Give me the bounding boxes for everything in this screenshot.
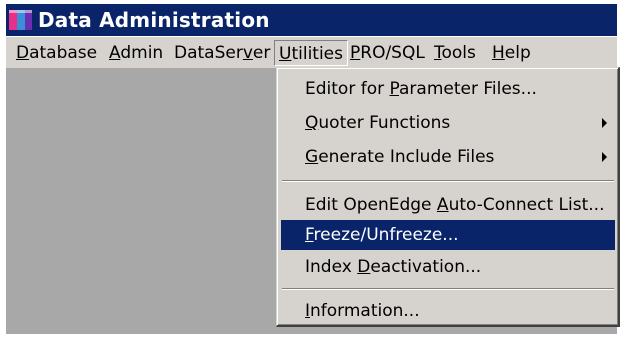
submenu-arrow-icon <box>602 152 607 162</box>
menu-separator <box>282 180 614 182</box>
progress-app-icon <box>8 7 34 33</box>
menu-utilities[interactable]: Utilities <box>274 40 348 66</box>
menu-pro-sql[interactable]: PRO/SQL <box>350 42 425 64</box>
menu-dataserver[interactable]: DataServer <box>174 42 270 64</box>
menu-database[interactable]: Database <box>16 42 97 64</box>
menu-item-quoter-functions[interactable]: Quoter Functions <box>281 108 615 138</box>
menu-separator <box>282 288 614 290</box>
window-title: Data Administration <box>38 8 270 32</box>
data-administration-window: Data Administration Database Admin DataS… <box>6 4 620 334</box>
menu-help[interactable]: Help <box>492 42 531 64</box>
submenu-arrow-icon <box>602 118 607 128</box>
menu-item-editor-parameter-files[interactable]: Editor for Parameter Files... <box>281 74 615 104</box>
menu-item-freeze-unfreeze[interactable]: Freeze/Unfreeze... <box>281 220 615 250</box>
menu-item-edit-auto-connect-list[interactable]: Edit OpenEdge Auto-Connect List... <box>281 190 615 220</box>
menu-tools[interactable]: Tools <box>434 42 476 64</box>
menu-bar: Database Admin DataServer Utilities PRO/… <box>6 36 617 68</box>
menu-item-information[interactable]: Information... <box>281 296 615 326</box>
utilities-dropdown-menu: Editor for Parameter Files... Quoter Fun… <box>276 67 620 327</box>
menu-item-index-deactivation[interactable]: Index Deactivation... <box>281 252 615 282</box>
menu-admin[interactable]: Admin <box>109 42 163 64</box>
title-bar: Data Administration <box>6 4 617 36</box>
menu-item-generate-include-files[interactable]: Generate Include Files <box>281 142 615 172</box>
